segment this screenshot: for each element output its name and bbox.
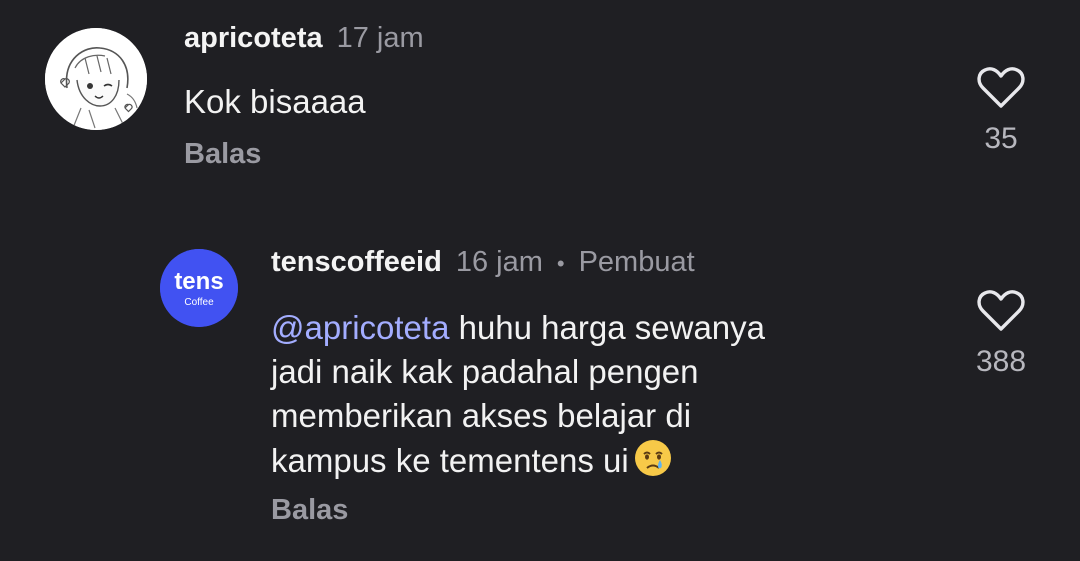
like-count: 35 [984,122,1018,155]
reply-button[interactable]: Balas [271,494,348,527]
mention-link[interactable]: @apricoteta [271,309,449,346]
avatar[interactable] [45,28,147,130]
comment-line: memberikan akses belajar di [271,397,692,434]
comment-text: Kok bisaaaa [184,83,366,120]
separator-dot: • [556,251,565,276]
comment-line: kampus ke tementens ui [271,438,911,483]
reply-button[interactable]: Balas [184,138,261,171]
heart-icon[interactable] [977,289,1025,333]
comment-line-text: kampus ke tementens ui [271,442,629,479]
creator-badge: Pembuat [578,246,695,278]
like-button[interactable]: 35 [966,66,1036,156]
comment-line: jadi naik kak padahal pengen [271,353,699,390]
tens-coffee-logo: tens Coffee [160,249,238,327]
timestamp: 17 jam [336,22,424,54]
comment-line: @apricoteta huhu harga sewanya [271,306,911,350]
username[interactable]: apricoteta [184,22,323,55]
logo-sub-text: Coffee [184,297,214,308]
anime-sketch-avatar-icon [45,28,147,130]
crying-face-icon [634,440,671,476]
comment-text: @apricoteta huhu harga sewanya jadi naik… [271,306,911,483]
comment-header: tenscoffeeid 16 jam • Pembuat [271,246,695,279]
heart-icon[interactable] [977,66,1025,110]
comment-header: apricoteta 17 jam [184,22,424,55]
username[interactable]: tenscoffeeid [271,246,442,279]
comment-line-text: huhu harga sewanya [449,309,765,346]
comments-thread: apricoteta 17 jam Kok bisaaaa Balas 35 t… [0,0,1080,561]
timestamp: 16 jam [455,246,543,278]
like-button[interactable]: 388 [966,289,1036,379]
logo-main-text: tens [174,268,223,295]
like-count: 388 [975,345,1027,378]
avatar[interactable]: tens Coffee [160,249,238,327]
